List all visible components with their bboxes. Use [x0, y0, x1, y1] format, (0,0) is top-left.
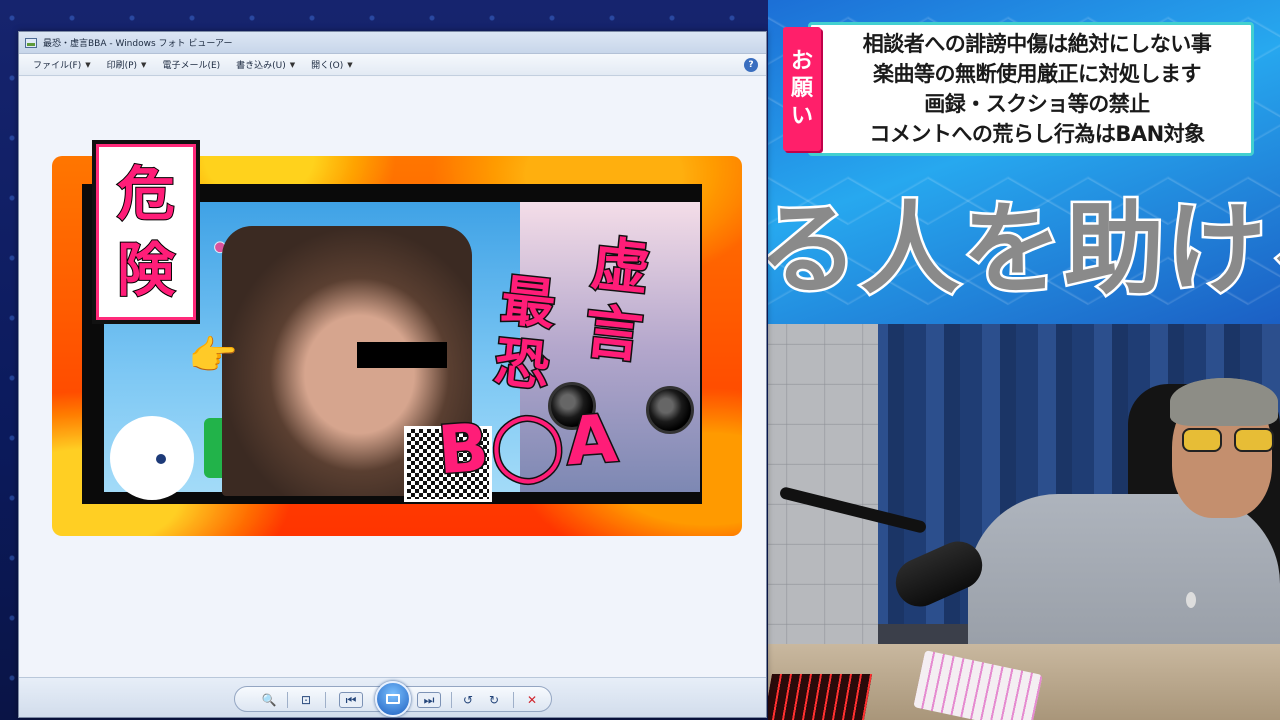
notice-tag-char: い: [790, 103, 813, 129]
menu-label: ファイル(F): [33, 61, 82, 71]
bottom-toolbar: 🔍 ⊡ ⏮ ⏭ ↺ ↻ ✕: [19, 677, 766, 717]
caret-down-icon: ▼: [289, 60, 296, 69]
displayed-image: ・周 👉 危 険 最 恐 虚 言 B◯A: [32, 136, 742, 546]
menu-email[interactable]: 電子メール(E): [154, 58, 228, 71]
menu-label: 電子メール(E): [162, 61, 221, 71]
title-bar[interactable]: 最恐・虚言BBA - Windows フォト ビューアー: [19, 32, 766, 54]
notice-line: 相談者への誹謗中傷は絶対にしない事: [862, 32, 1212, 56]
notice-tag-char: お: [790, 48, 813, 74]
boa-text: B◯A: [434, 398, 623, 490]
pendant: [1186, 592, 1196, 608]
notice-lines: 相談者への誹謗中傷は絶対にしない事 楽曲等の無断使用厳正に対処します 画録・スク…: [823, 25, 1251, 153]
menu-burn[interactable]: 書き込み(U) ▼: [228, 58, 303, 72]
slideshow-icon: [386, 694, 400, 704]
danger-char: 危: [116, 159, 176, 229]
slideshow-button[interactable]: [375, 681, 411, 717]
delete-icon[interactable]: ✕: [523, 692, 541, 708]
danger-label: 危 険: [92, 140, 200, 324]
previous-icon[interactable]: ⏮: [339, 692, 363, 708]
headphone-right: [646, 386, 694, 434]
notice-line: 画録・スクショ等の禁止: [924, 92, 1150, 116]
banner-headline: る人を助ける: [768, 189, 1280, 311]
stamp-char: 最: [497, 267, 560, 338]
separator: [451, 692, 452, 708]
pointing-hand-icon: 👉: [188, 333, 238, 379]
rotate-cw-icon[interactable]: ↻: [485, 692, 503, 708]
censor-bar: [357, 342, 447, 368]
menu-label: 開く(O): [311, 61, 344, 71]
stamp-char: 虚: [587, 228, 655, 305]
notice-tag-char: 願: [790, 76, 813, 102]
next-icon[interactable]: ⏭: [417, 692, 441, 708]
separator: [513, 692, 514, 708]
actual-size-icon[interactable]: ⊡: [297, 692, 315, 708]
toolbar-pill: 🔍 ⊡ ⏮ ⏭ ↺ ↻ ✕: [234, 681, 552, 717]
caret-down-icon: ▼: [141, 60, 147, 69]
notice-line: 楽曲等の無断使用厳正に対処します: [873, 62, 1202, 86]
photo-viewer-app-icon: [25, 37, 37, 48]
menu-file[interactable]: ファイル(F) ▼: [25, 58, 99, 72]
separator: [325, 692, 326, 708]
menu-open[interactable]: 開く(O) ▼: [303, 58, 361, 72]
bird-mascot: [110, 416, 194, 500]
caret-down-icon: ▼: [347, 60, 353, 69]
danger-char: 険: [116, 235, 176, 305]
stamp-char: 言: [580, 295, 648, 372]
glasses: [1182, 428, 1278, 454]
separator: [287, 692, 288, 708]
webcam-feed: [768, 324, 1280, 720]
menu-label: 印刷(P): [106, 61, 138, 71]
window-title: 最恐・虚言BBA - Windows フォト ビューアー: [43, 39, 233, 49]
rotate-ccw-icon[interactable]: ↺: [459, 692, 477, 708]
notice-tag: お 願 い: [783, 27, 821, 151]
stamp-char: 恐: [490, 329, 553, 400]
notice-box: お 願 い 相談者への誹謗中傷は絶対にしない事 楽曲等の無断使用厳正に対処します…: [783, 22, 1254, 156]
notice-line: コメントへの荒らし行為はBAN対象: [869, 122, 1205, 146]
zoom-icon[interactable]: 🔍: [257, 692, 281, 708]
menu-label: 書き込み(U): [236, 61, 286, 71]
keyboard-red: [768, 674, 873, 720]
streamer-hair-top: [1170, 378, 1278, 426]
menu-print[interactable]: 印刷(P) ▼: [99, 58, 155, 72]
menu-bar: ファイル(F) ▼ 印刷(P) ▼ 電子メール(E) 書き込み(U) ▼ 開く(O) ▼…: [19, 54, 766, 76]
help-icon[interactable]: ?: [744, 57, 758, 72]
caret-down-icon: ▼: [85, 60, 91, 69]
